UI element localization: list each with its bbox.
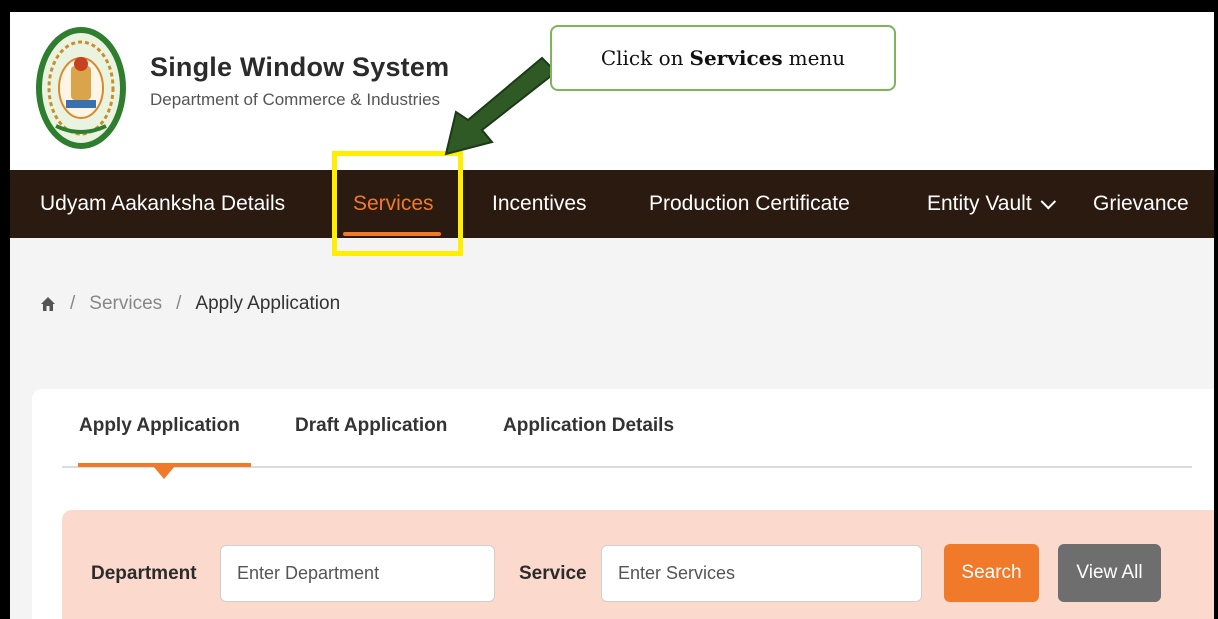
site-subtitle: Department of Commerce & Industries (150, 90, 441, 109)
instruction-callout: Click on Services menu (550, 25, 896, 91)
home-icon[interactable] (40, 296, 56, 312)
nav-udyam-aakanksha-details[interactable]: Udyam Aakanksha Details (40, 170, 285, 238)
services-highlight-box (332, 151, 463, 256)
callout-suffix: menu (788, 46, 846, 70)
breadcrumb: / Services / Apply Application (40, 293, 340, 315)
main-navbar: Udyam Aakanksha Details Services Incenti… (10, 170, 1214, 238)
view-all-button[interactable]: View All (1058, 544, 1161, 602)
nav-entity-vault[interactable]: Entity Vault (927, 170, 1056, 238)
callout-emphasis: Services (689, 46, 783, 70)
tab-apply-application[interactable]: Apply Application (79, 415, 240, 437)
state-emblem-logo (36, 27, 126, 149)
tab-application-details[interactable]: Application Details (503, 415, 674, 437)
nav-incentives[interactable]: Incentives (492, 170, 587, 238)
department-input[interactable] (220, 545, 495, 602)
search-button[interactable]: Search (944, 544, 1039, 602)
pointer-arrow-icon (444, 56, 558, 156)
breadcrumb-separator: / (70, 293, 76, 314)
department-label: Department (91, 563, 197, 584)
nav-production-certificate[interactable]: Production Certificate (649, 170, 850, 238)
tab-caret-icon (153, 466, 175, 479)
chevron-down-icon (1040, 193, 1056, 209)
nav-entity-vault-label: Entity Vault (927, 192, 1032, 215)
nav-grievance[interactable]: Grievance (1093, 170, 1189, 238)
breadcrumb-services[interactable]: Services (89, 293, 162, 315)
service-label: Service (519, 563, 587, 584)
breadcrumb-current: Apply Application (195, 293, 341, 314)
site-title: Single Window System (150, 52, 450, 82)
breadcrumb-separator: / (176, 293, 182, 314)
callout-prefix: Click on (600, 46, 684, 70)
service-input[interactable] (601, 545, 922, 602)
tab-draft-application[interactable]: Draft Application (295, 415, 447, 437)
